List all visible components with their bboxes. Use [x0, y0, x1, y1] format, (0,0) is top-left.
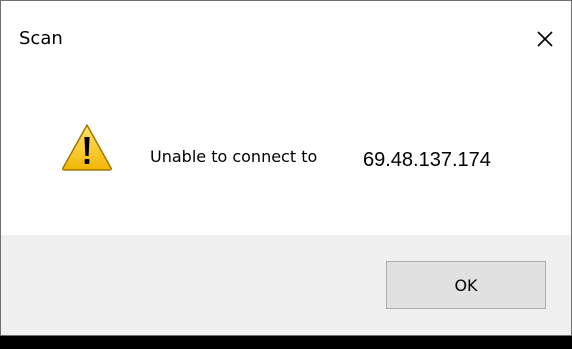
error-message: Unable to connect to [150, 147, 318, 166]
background-strip [0, 336, 572, 349]
title-bar: Scan [1, 1, 571, 69]
button-area: OK [1, 235, 571, 335]
close-button[interactable] [529, 23, 561, 55]
close-icon [537, 31, 553, 47]
scan-dialog: Scan Unable to connect to 69.48.137.174 … [0, 0, 572, 336]
ok-button[interactable]: OK [386, 261, 546, 309]
dialog-title: Scan [19, 28, 63, 49]
dialog-content: Unable to connect to 69.48.137.174 [1, 69, 571, 235]
ip-address: 69.48.137.174 [363, 149, 491, 171]
warning-icon [62, 124, 112, 171]
